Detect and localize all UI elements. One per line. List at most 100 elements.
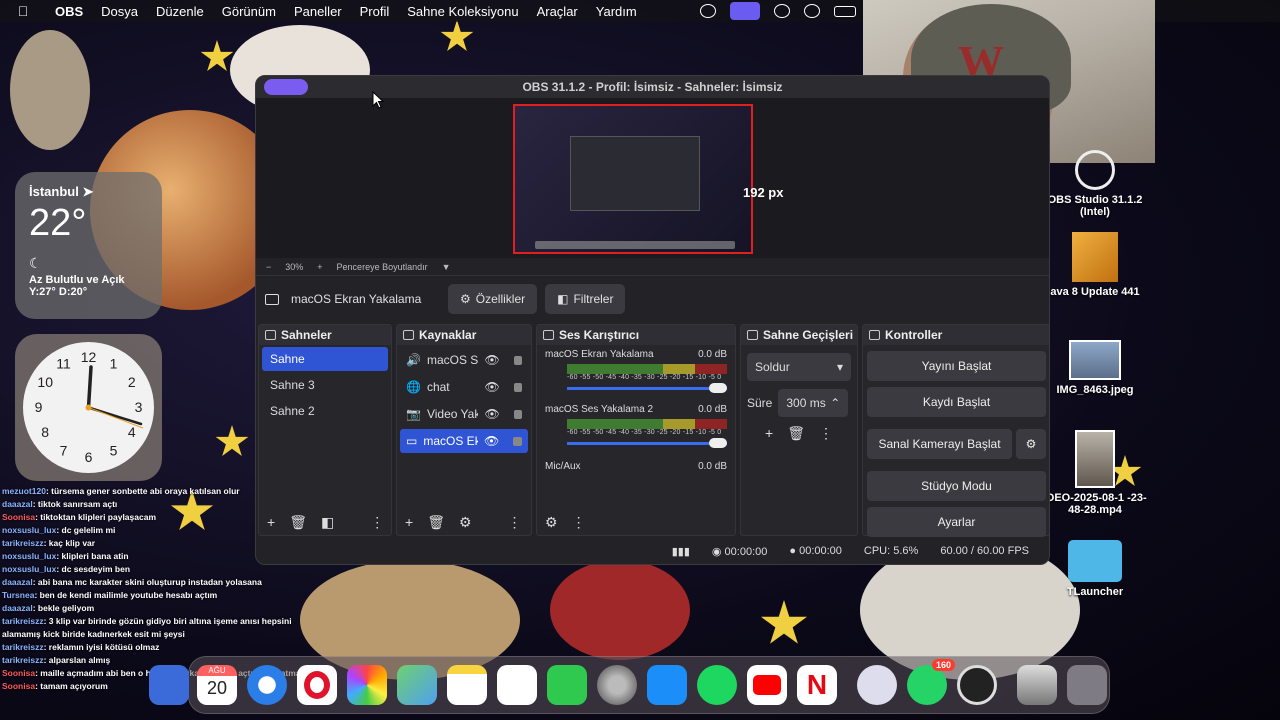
clock-widget[interactable]: 12 1 2 3 4 5 6 7 8 9 10 11 xyxy=(15,334,162,481)
wifi-icon[interactable] xyxy=(700,4,716,18)
netflix-app-icon[interactable]: N xyxy=(797,665,837,705)
filter-icon[interactable]: ◧ xyxy=(321,514,334,531)
menu-sahne-koleksiyonu[interactable]: Sahne Koleksiyonu xyxy=(398,4,527,19)
more-icon[interactable]: ⋮ xyxy=(819,425,833,442)
gear-icon[interactable]: ⚙ xyxy=(459,514,472,531)
clock-number: 12 xyxy=(81,349,97,365)
eye-icon[interactable]: 👁 xyxy=(484,380,499,394)
more-icon[interactable]: ⋮ xyxy=(370,514,384,531)
menu-profil[interactable]: Profil xyxy=(351,4,399,19)
spin-arrows-icon[interactable]: ⌃ xyxy=(830,396,840,410)
zoom-dropdown-icon[interactable]: ▼ xyxy=(442,262,451,272)
network-icon: ▮▮▮ xyxy=(671,545,690,558)
gear-icon[interactable]: ⚙ xyxy=(545,514,558,531)
start-streaming-button[interactable]: Yayını Başlat xyxy=(867,351,1046,381)
facetime-app-icon[interactable] xyxy=(547,665,587,705)
lock-icon[interactable] xyxy=(513,355,522,365)
notes-app-icon[interactable] xyxy=(447,665,487,705)
launchpad-app-icon[interactable] xyxy=(149,665,189,705)
screen-share-indicator[interactable] xyxy=(264,79,308,95)
properties-button[interactable]: ⚙ Özellikler xyxy=(448,284,538,314)
chat-username: Tursnea xyxy=(2,590,35,600)
trash-icon[interactable] xyxy=(1067,665,1107,705)
preview-canvas[interactable] xyxy=(513,104,753,254)
safari-app-icon[interactable] xyxy=(247,665,287,705)
preview-area[interactable]: 192 px xyxy=(256,98,1049,258)
settings-button[interactable]: Ayarlar xyxy=(867,507,1046,537)
more-icon[interactable]: ⋮ xyxy=(572,514,586,531)
volume-slider[interactable] xyxy=(567,438,727,448)
eye-icon[interactable]: 👁 xyxy=(484,407,499,421)
lock-icon[interactable] xyxy=(513,382,522,392)
trash-icon[interactable]: 🗑 xyxy=(427,514,445,531)
menu-gorunum[interactable]: Görünüm xyxy=(213,4,285,19)
youtube-app-icon[interactable] xyxy=(747,665,787,705)
maps-app-icon[interactable] xyxy=(397,665,437,705)
menu-yardim[interactable]: Yardım xyxy=(587,4,646,19)
chat-username: tarikreiszz xyxy=(2,538,44,548)
desktop-icon-obs[interactable]: OBS Studio 31.1.2 (Intel) xyxy=(1040,150,1150,218)
start-recording-button[interactable]: Kaydı Başlat xyxy=(867,387,1046,417)
reminders-app-icon[interactable] xyxy=(497,665,537,705)
source-item[interactable]: 🌐 chat 👁 xyxy=(400,375,528,399)
transitions-title: Sahne Geçişleri xyxy=(763,328,854,342)
menu-araclar[interactable]: Araçlar xyxy=(528,4,587,19)
battery-icon[interactable] xyxy=(834,5,856,17)
source-item-selected[interactable]: ▭ macOS Ekr 👁 xyxy=(400,429,528,453)
quicktime-app-icon[interactable] xyxy=(857,665,897,705)
menu-dosya[interactable]: Dosya xyxy=(92,4,147,19)
add-icon[interactable]: + xyxy=(267,514,275,530)
calendar-app-icon[interactable]: AĞU 20 xyxy=(197,665,237,705)
desktop-icon-video[interactable]: IDEO-2025-08-1 -23-48-28.mp4 xyxy=(1040,430,1150,516)
lock-icon[interactable] xyxy=(513,436,522,446)
menu-paneller[interactable]: Paneller xyxy=(285,4,351,19)
scene-item[interactable]: Sahne xyxy=(262,347,388,371)
desktop-icon-tlauncher[interactable]: TLauncher xyxy=(1040,540,1150,598)
filters-button[interactable]: ◧ Filtreler xyxy=(545,284,626,314)
opera-app-icon[interactable] xyxy=(297,665,337,705)
start-virtual-camera-button[interactable]: Sanal Kamerayı Başlat xyxy=(867,429,1012,459)
trash-icon[interactable]: 🗑 xyxy=(289,514,307,531)
desktop-icon-image[interactable]: IMG_8463.jpeg xyxy=(1040,340,1150,396)
add-icon[interactable]: + xyxy=(405,514,413,530)
zoom-in-button[interactable]: + xyxy=(317,262,322,272)
dock-icon xyxy=(869,330,880,340)
scenes-header: Sahneler xyxy=(259,325,391,345)
play-icon[interactable] xyxy=(804,4,820,18)
screen-record-icon[interactable] xyxy=(730,2,760,20)
chat-username: daaazal xyxy=(2,603,33,613)
duration-spinbox[interactable]: 300 ms ⌃ xyxy=(778,389,849,417)
menu-duzenle[interactable]: Düzenle xyxy=(147,4,213,19)
volume-slider[interactable] xyxy=(567,383,727,393)
eye-icon[interactable]: 👁 xyxy=(484,353,499,367)
fit-to-window[interactable]: Pencereye Boyutlandır xyxy=(337,262,428,272)
add-icon[interactable]: + xyxy=(765,425,773,442)
obs-dock-icon[interactable] xyxy=(957,665,997,705)
more-icon[interactable]: ⋮ xyxy=(508,514,522,531)
apple-icon[interactable]:  xyxy=(0,3,46,19)
photos-app-icon[interactable] xyxy=(347,665,387,705)
resize-size-label: 192 px xyxy=(743,185,784,200)
scene-item[interactable]: Sahne 2 xyxy=(262,399,388,423)
weather-widget[interactable]: İstanbul ➤ 22° ☾ Az Bulutlu ve Açık Y:27… xyxy=(15,172,162,319)
transition-select[interactable]: Soldur ▾ xyxy=(747,353,851,381)
recent-file-icon[interactable] xyxy=(1017,665,1057,705)
app-store-icon[interactable] xyxy=(647,665,687,705)
lock-icon[interactable] xyxy=(513,409,522,419)
spotify-app-icon[interactable] xyxy=(697,665,737,705)
weather-condition: Az Bulutlu ve Açık xyxy=(29,274,125,286)
layers-icon[interactable] xyxy=(774,4,790,18)
menu-obs[interactable]: OBS xyxy=(46,4,92,19)
source-item[interactable]: 📷 Video Yaka 👁 xyxy=(400,402,528,426)
settings-app-icon[interactable] xyxy=(597,665,637,705)
macos-dock: AĞU 20 N 160 xyxy=(149,656,1110,714)
studio-mode-button[interactable]: Stüdyo Modu xyxy=(867,471,1046,501)
virtual-camera-settings-button[interactable]: ⚙ xyxy=(1016,429,1046,459)
trash-icon[interactable]: 🗑 xyxy=(787,425,805,442)
whatsapp-app-icon[interactable]: 160 xyxy=(907,659,955,705)
eye-icon[interactable]: 👁 xyxy=(484,434,499,448)
scene-item[interactable]: Sahne 3 xyxy=(262,373,388,397)
zoom-out-button[interactable]: − xyxy=(266,262,271,272)
desktop-icon-java[interactable]: ava 8 Update 441 xyxy=(1040,232,1150,298)
source-item[interactable]: 🔊 macOS Ses 👁 xyxy=(400,348,528,372)
